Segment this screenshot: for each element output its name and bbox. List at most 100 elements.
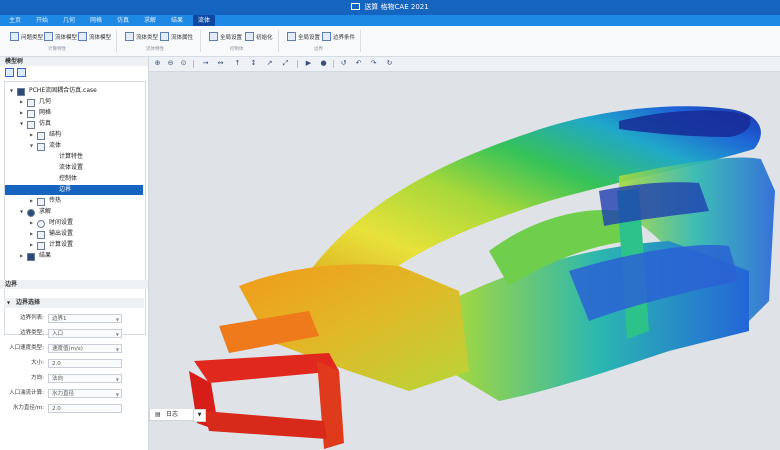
model-tree: ▼ PCHE流固耦合仿真.case ▶ 几何 ▶ 网格 ▼ 仿真 ▶ 结构 ▼ 流体 计算特…: [4, 81, 146, 335]
tab-solve[interactable]: 求解: [141, 15, 159, 26]
global-settings-button-2[interactable]: 全局设置: [287, 32, 320, 42]
redo-icon[interactable]: ↷: [369, 59, 378, 68]
chevron-right-icon[interactable]: ▶: [29, 240, 34, 250]
3d-viewport[interactable]: ⊕ ⊖ ⊙ → ↔ ↑ ↕ ↗ ⤢ ▶ ● ↺ ↶ ↷ ↻ ▤ 日志 ▼: [149, 57, 780, 450]
chevron-right-icon[interactable]: ▶: [19, 108, 24, 118]
fluid-model-button-2[interactable]: 流体模型: [78, 32, 111, 42]
tree-item-fluid-settings[interactable]: 流体设置: [5, 163, 143, 173]
fluid-property-icon: [160, 32, 169, 41]
log-dropdown-icon[interactable]: ▼: [193, 409, 206, 422]
tree-item-boundary[interactable]: 边界: [5, 185, 143, 195]
tab-home[interactable]: 主页: [6, 15, 24, 26]
zoom-fit-icon[interactable]: ⊙: [179, 59, 188, 68]
chevron-down-icon[interactable]: ▼: [29, 141, 34, 151]
log-tab[interactable]: ▤ 日志: [149, 409, 199, 421]
chevron-right-icon[interactable]: ▶: [29, 229, 34, 239]
fluid-model-icon: [44, 32, 53, 41]
chevron-down-icon[interactable]: ▼: [19, 207, 24, 217]
inlet-turbulence-select[interactable]: 水力直径 ▼: [48, 389, 122, 398]
view-iso-2-icon[interactable]: ⤢: [281, 59, 290, 68]
problem-type-button[interactable]: 问题类型: [10, 32, 43, 42]
fluid-property-button[interactable]: 流体属性: [160, 32, 193, 42]
fluid-model-button[interactable]: 流体模型: [44, 32, 77, 42]
chevron-down-icon[interactable]: ▼: [19, 119, 24, 129]
case-icon: [17, 88, 25, 96]
tab-geometry[interactable]: 几何: [60, 15, 78, 26]
direction-row: 方向: 法向 ▼: [0, 373, 146, 384]
chevron-down-icon[interactable]: ▼: [9, 86, 14, 96]
boundary-type-row: 边界类型: 入口 ▼: [0, 328, 146, 339]
inlet-velocity-type-select[interactable]: 速度值(m/s) ▼: [48, 344, 122, 353]
tree-item-heat[interactable]: ▶ 传热: [5, 196, 143, 206]
boundary-type-select[interactable]: 入口 ▼: [48, 329, 122, 338]
boundary-list-row: 边界列表: 边界1 ▼: [0, 313, 146, 324]
tab-results[interactable]: 结果: [168, 15, 186, 26]
boundary-conditions-button[interactable]: 边界条件: [322, 32, 355, 42]
view-y-minus-icon[interactable]: ↕: [249, 59, 258, 68]
tree-item-simulation[interactable]: ▼ 仿真: [5, 119, 143, 129]
tree-item-compute-settings[interactable]: ▶ 计算设置: [5, 240, 143, 250]
chevron-right-icon[interactable]: ▶: [19, 97, 24, 107]
tree-item-geometry[interactable]: ▶ 几何: [5, 97, 143, 107]
global-settings-button[interactable]: 全局设置: [209, 32, 242, 42]
heat-icon: [37, 198, 45, 206]
tree-item-time-settings[interactable]: ▶ 时间设置: [5, 218, 143, 228]
chevron-down-icon: ▼: [115, 377, 119, 382]
tree-item-fluid[interactable]: ▼ 流体: [5, 141, 143, 151]
hydraulic-diameter-input[interactable]: 2.0: [48, 404, 122, 413]
tree-item-results[interactable]: ▶ 结果: [5, 251, 143, 261]
tab-simulation[interactable]: 仿真: [114, 15, 132, 26]
ribbon-divider: [278, 30, 279, 52]
app-title: 送算 格物CAE 2021: [364, 3, 429, 11]
tree-item-compute-props[interactable]: 计算特性: [5, 152, 143, 162]
magnitude-row: 大小: 2.0: [0, 358, 146, 369]
tree-item-output-settings[interactable]: ▶ 输出设置: [5, 229, 143, 239]
rotate-left-icon[interactable]: ↺: [339, 59, 348, 68]
model-tree-header: 模型树: [0, 57, 148, 66]
undo-icon[interactable]: ↶: [354, 59, 363, 68]
tree-toolbar: [0, 66, 148, 78]
tree-item-solve[interactable]: ▼ 求解: [5, 207, 143, 217]
record-icon[interactable]: ●: [319, 59, 328, 68]
chevron-right-icon[interactable]: ▶: [29, 196, 34, 206]
car-body-contour-render: [189, 106, 775, 449]
tree-item-structure[interactable]: ▶ 结构: [5, 130, 143, 140]
view-y-plus-icon[interactable]: ↑: [233, 59, 242, 68]
window-title: 送算 格物CAE 2021: [0, 0, 780, 15]
view-iso-icon[interactable]: ↗: [265, 59, 274, 68]
ribbon-divider: [116, 30, 117, 52]
zoom-in-icon[interactable]: ⊕: [153, 59, 162, 68]
menu-bar: 主页 开始 几何 网格 仿真 求解 结果 流体: [0, 15, 780, 26]
view-x-minus-icon[interactable]: ↔: [216, 59, 225, 68]
zoom-out-icon[interactable]: ⊖: [166, 59, 175, 68]
tab-mesh[interactable]: 网格: [87, 15, 105, 26]
boundary-selection-section[interactable]: ▼ 边界选择: [4, 298, 144, 308]
window-icon: [351, 3, 361, 10]
output-icon: [37, 231, 45, 239]
geometry-icon: [27, 99, 35, 107]
reset-view-icon[interactable]: ↻: [385, 59, 394, 68]
initialize-button[interactable]: 初始化: [245, 32, 273, 42]
direction-select[interactable]: 法向 ▼: [48, 374, 122, 383]
tree-item-case[interactable]: ▼ PCHE流固耦合仿真.case: [5, 86, 143, 96]
expand-all-icon[interactable]: [5, 68, 14, 77]
boundary-list-select[interactable]: 边界1 ▼: [48, 314, 122, 323]
play-icon[interactable]: ▶: [304, 59, 313, 68]
view-x-plus-icon[interactable]: →: [201, 59, 210, 68]
chevron-right-icon[interactable]: ▶: [29, 218, 34, 228]
chevron-right-icon[interactable]: ▶: [29, 130, 34, 140]
view-toolbar: ⊕ ⊖ ⊙ → ↔ ↑ ↕ ↗ ⤢ ▶ ● ↺ ↶ ↷ ↻: [149, 57, 780, 72]
collapse-all-icon[interactable]: [17, 68, 26, 77]
chevron-down-icon[interactable]: ▼: [7, 298, 10, 308]
hydraulic-diameter-row: 水力直径/m: 2.0: [0, 403, 146, 414]
chevron-right-icon[interactable]: ▶: [19, 251, 24, 261]
tree-item-control-volume[interactable]: 控制体: [5, 174, 143, 184]
solve-icon: [27, 209, 35, 217]
ribbon-toolbar: 问题类型 流体模型 流体模型 计算特性 流体类型 流体属性 流体特性 全局设置 …: [0, 26, 780, 57]
tab-start[interactable]: 开始: [33, 15, 51, 26]
problem-type-icon: [10, 32, 19, 41]
tab-fluid[interactable]: 流体: [193, 15, 215, 26]
tree-item-mesh[interactable]: ▶ 网格: [5, 108, 143, 118]
magnitude-input[interactable]: 2.0: [48, 359, 122, 368]
fluid-type-button[interactable]: 流体类型: [125, 32, 158, 42]
